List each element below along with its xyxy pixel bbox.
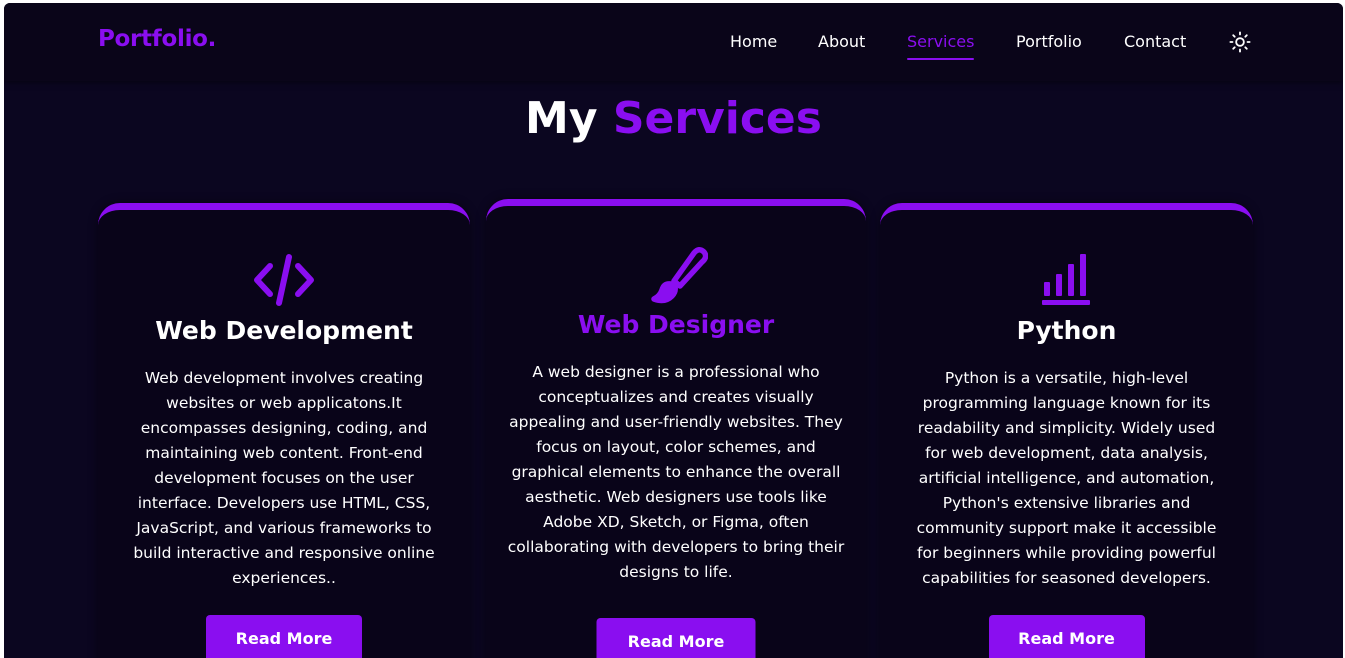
card-title: Web Designer — [577, 310, 775, 339]
card-description: A web designer is a professional who con… — [507, 363, 845, 581]
nav-menu: Home About Services Portfolio Contact — [4, 32, 1343, 62]
read-more-button[interactable]: Read More — [206, 615, 362, 658]
page-frame: Portfolio. Home About Services Portfolio… — [4, 3, 1343, 658]
read-more-button[interactable]: Read More — [596, 618, 756, 658]
section-title: My Services — [4, 93, 1343, 144]
navbar: Portfolio. Home About Services Portfolio… — [4, 3, 1343, 81]
service-card-web-designer: Web Designer A web designer is a profess… — [486, 199, 866, 658]
code-icon — [252, 250, 316, 310]
section-title-main: My — [525, 93, 598, 144]
nav-home[interactable]: Home — [730, 32, 777, 51]
nav-contact[interactable]: Contact — [1124, 32, 1186, 51]
card-description: Python is a versatile, high-level progra… — [916, 369, 1217, 587]
card-description: Web development involves creating websit… — [133, 369, 435, 587]
section-title-accent: Services — [612, 93, 822, 144]
service-card-python: Python Python is a versatile, high-level… — [880, 203, 1253, 658]
service-card-web-development: Web Development Web development involves… — [98, 203, 470, 658]
sun-icon[interactable] — [1229, 31, 1251, 53]
paintbrush-icon — [644, 244, 709, 304]
nav-about[interactable]: About — [818, 32, 865, 51]
nav-portfolio[interactable]: Portfolio — [1016, 32, 1082, 51]
card-title: Web Development — [155, 316, 413, 345]
card-title: Python — [1016, 316, 1117, 345]
bar-chart-icon — [1035, 250, 1099, 310]
read-more-button[interactable]: Read More — [988, 615, 1145, 658]
nav-services[interactable]: Services — [907, 32, 975, 60]
